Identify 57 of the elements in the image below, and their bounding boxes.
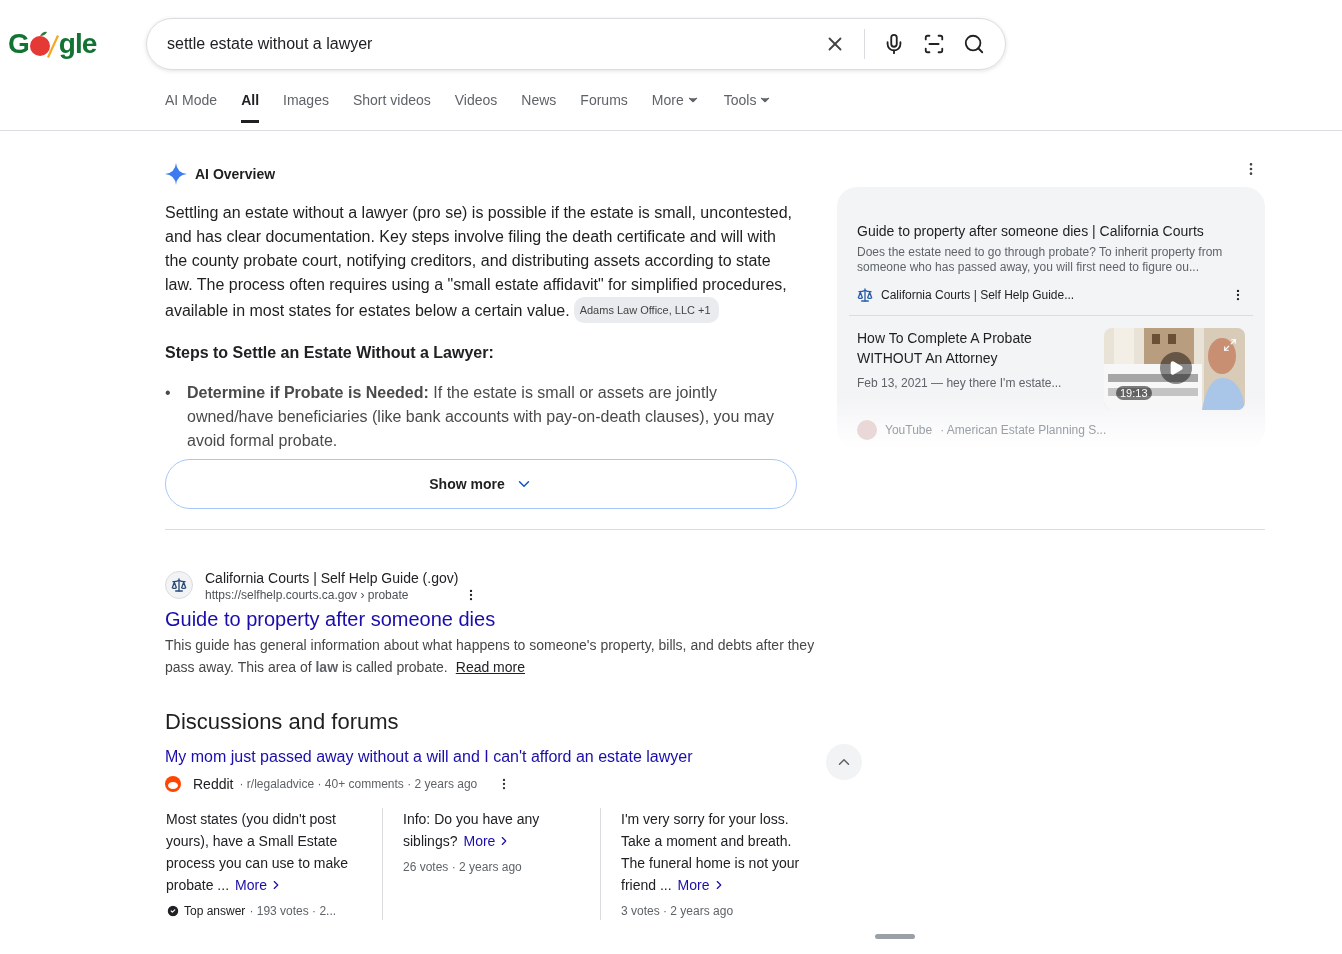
answer-text: I'm very sorry for your loss. Take a moment and breath. The funeral home is not your friend ... More: [621, 808, 802, 896]
more-link[interactable]: More: [677, 874, 726, 896]
answer-text: Info: Do you have any siblings? More: [403, 808, 582, 852]
apple-pencil-drawing: [28, 29, 59, 59]
expand-icon: [1223, 338, 1237, 352]
site-name: California Courts | Self Help Guide (.gov): [205, 569, 460, 588]
channel-avatar: [857, 420, 877, 440]
overview-text: Settling an estate without a lawyer (pro se) is possible if the estate is small, uncontested, and has clear documentation. Key steps involve filing the death certificate and will with the county probate court, notifying creditors, and distributing assets according to state law. The process often requires using a "small estate affidavit" for simplified procedures, available in most states for estates below a certain value. Adams Law Office, LLC +1: [165, 201, 797, 323]
search-tab[interactable]: All: [241, 92, 260, 123]
scales-icon: [857, 287, 873, 303]
step-text: Determine if Probate is Needed: If the estate is small or assets are jointly owned/have beneficiaries (like bank accounts with pay-on-death clauses), you may avoid formal probate.: [187, 383, 775, 451]
video-title[interactable]: How To Complete A Probate WITHOUT An Attorney: [857, 328, 1092, 368]
search-tab[interactable]: Images: [283, 92, 329, 123]
search-tab[interactable]: Forums: [580, 92, 628, 123]
site-url: https://selfhelp.courts.ca.gov › probate: [205, 588, 409, 602]
more-link[interactable]: More: [235, 874, 283, 896]
result-title[interactable]: Guide to property after someone dies: [165, 606, 496, 632]
source-name: California Courts | Self Help Guide...: [881, 288, 1076, 302]
video-thumbnail[interactable]: 19:13: [1104, 328, 1245, 410]
steps-heading: Steps to Settle an Estate Without a Lawyer:: [165, 343, 495, 363]
logo-letter: G: [8, 28, 29, 60]
search-tab[interactable]: Videos: [454, 92, 498, 123]
answer-meta: 3 votes · 2 years ago: [621, 904, 734, 918]
video-meta: Feb 13, 2021 — hey there I'm estate...: [857, 376, 1063, 391]
scales-icon: [171, 577, 187, 593]
show-more-button[interactable]: Show more: [165, 459, 797, 509]
answer-meta: 26 votes · 2 years ago: [403, 860, 522, 874]
search-tab[interactable]: News: [521, 92, 557, 123]
search-tab[interactable]: AI Mode: [165, 92, 218, 123]
result-snippet: This guide has general information about what happens to someone's property, bills, and debts after they pass away. This area of law is called probate. Read more: [165, 636, 816, 677]
bullet-mark: •: [165, 383, 172, 403]
source-title[interactable]: Guide to property after someone dies | California Courts: [857, 221, 1245, 241]
answer-label: Top answer: [184, 904, 246, 918]
read-more-link[interactable]: Read more: [455, 659, 526, 675]
site-name: Reddit: [193, 776, 234, 792]
duration-label: 19:13: [1116, 386, 1152, 400]
search-tab[interactable]: Short videos: [352, 92, 431, 123]
logo-text: gle: [58, 28, 97, 60]
channel-name: · American Estate Planning S...: [940, 423, 1107, 437]
camera-search-icon[interactable]: [923, 33, 945, 55]
source-site: YouTube: [885, 423, 933, 437]
search-tab[interactable]: Tools: [723, 92, 773, 123]
section-heading: Discussions and forums: [165, 708, 400, 736]
citation-chip[interactable]: Adams Law Office, LLC +1: [573, 297, 719, 323]
thread-meta: · r/legaladvice · 40+ comments · 2 years ago: [239, 777, 478, 791]
search-icon[interactable]: [963, 33, 985, 55]
answer-meta: · 193 votes · 2...: [249, 904, 337, 918]
answer-text: Most states (you didn't post yours), have a Small Estate process you can use to make probate ... More: [166, 808, 364, 896]
source-snippet: Does the estate need to go through probate? To inherit property from someone who has passed away, you will first need to figure ou...: [857, 245, 1224, 275]
search-tab[interactable]: More: [651, 92, 700, 123]
section-title: AI Overview: [195, 166, 276, 182]
more-link[interactable]: More: [463, 830, 512, 852]
check-icon: [166, 904, 180, 918]
play-icon: [1160, 352, 1192, 384]
sparkle-icon: [165, 163, 187, 185]
thread-title[interactable]: My mom just passed away without a will and I can't afford an estate lawyer: [165, 746, 693, 768]
scroll-handle: [875, 934, 915, 939]
